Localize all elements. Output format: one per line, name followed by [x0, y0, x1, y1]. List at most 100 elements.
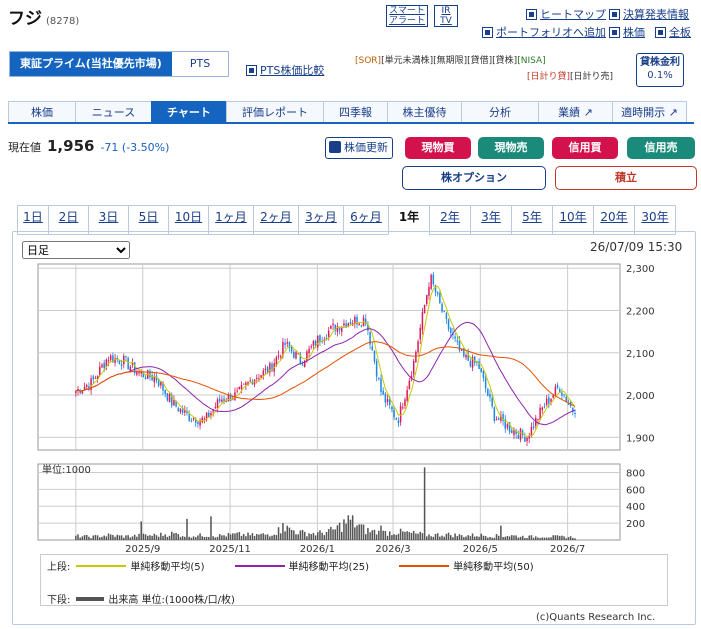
volume-bar [476, 536, 478, 540]
volume-bar [155, 535, 158, 540]
volume-bar [508, 536, 511, 540]
volume-bar [288, 527, 291, 540]
volume-bar [190, 537, 193, 540]
volume-bar [142, 533, 145, 540]
volume-bar [489, 536, 491, 540]
stock-chart: 1,900 2,000 2,100 2,200 2,300 200 400 600 800 単位:… [37, 263, 655, 555]
volume-bar [75, 535, 77, 540]
price-tick-label: 1,900 [626, 433, 655, 444]
volume-bar [229, 534, 232, 540]
volume-bar [79, 537, 81, 540]
candle-body [360, 325, 363, 327]
volume-bar [521, 535, 524, 540]
volume-bar [545, 537, 548, 540]
volume-bar [552, 535, 554, 540]
volume-bar [194, 537, 197, 540]
candle-body [201, 417, 204, 423]
candle-body [434, 285, 437, 293]
candle-body [258, 378, 260, 380]
volume-bar [271, 535, 273, 540]
candle-body [125, 356, 127, 358]
volume-bar [443, 536, 445, 540]
volume-bar [197, 535, 199, 540]
candle-body [421, 312, 424, 330]
candle-body [129, 366, 132, 371]
volume-bar [255, 534, 258, 540]
volume-bar [334, 529, 336, 540]
volume-bar [452, 537, 454, 540]
candle-body [513, 430, 515, 436]
volume-bar [260, 533, 262, 540]
volume-bar [157, 536, 160, 540]
copyright: (c)Quants Research Inc. [536, 612, 656, 623]
candle-body [179, 408, 182, 412]
legend-ma25: 単純移動平均(25) [288, 562, 370, 573]
volume-bar [506, 536, 509, 540]
volume-bar [212, 536, 214, 540]
candle-body [325, 337, 328, 339]
candle-body [561, 392, 563, 396]
volume-bar [367, 528, 369, 540]
volume-bar [480, 533, 483, 540]
volume-bar [208, 536, 210, 540]
candle-body [556, 384, 559, 388]
candle-body [188, 414, 190, 421]
candle-body [484, 378, 487, 389]
legend-volume: 出来高 単位:(1000株/口/枚) [108, 595, 235, 606]
candle-body [173, 400, 175, 406]
volume-bar [565, 538, 568, 540]
volume-bar [266, 534, 269, 540]
volume-bar [408, 532, 411, 540]
volume-bar [127, 535, 129, 540]
candle-body [408, 380, 411, 390]
candle-body [412, 361, 415, 375]
volume-bar [382, 530, 384, 540]
volume-bar [384, 530, 387, 540]
candle-body [491, 397, 493, 407]
volume-bar [201, 536, 204, 540]
volume-bar [321, 532, 323, 540]
volume-bar [227, 532, 230, 540]
volume-bar [253, 535, 256, 540]
volume-bar [393, 534, 395, 540]
legend-ma5: 単純移動平均(5) [130, 562, 205, 573]
volume-bar [151, 535, 153, 540]
volume-bar [415, 533, 417, 540]
volume-bar [92, 535, 95, 540]
volume-bar [426, 536, 428, 540]
candle-body [279, 356, 282, 358]
candle-body [415, 351, 417, 363]
candle-body [548, 397, 550, 404]
volume-bar [162, 535, 164, 540]
volume-bar [131, 536, 134, 540]
candle-body [537, 418, 539, 420]
candle-body [402, 407, 404, 409]
volume-bar [242, 533, 245, 540]
volume-bar [181, 536, 184, 540]
candle-body [574, 412, 576, 414]
candle-body [395, 418, 398, 420]
volume-bar [109, 534, 112, 540]
volume-bar [447, 532, 450, 540]
candle-body [136, 372, 138, 375]
volume-bar [116, 534, 119, 540]
volume-bar [473, 536, 476, 540]
volume-bar [247, 532, 249, 540]
candle-body [495, 419, 498, 421]
chart-legend: 上段: 単純移動平均(5) 単純移動平均(25) 単純移動平均(50) 下段: … [40, 554, 668, 606]
candle-body [517, 435, 520, 439]
candle-body [284, 342, 286, 345]
candle-body [436, 292, 439, 294]
candle-body [432, 274, 435, 285]
volume-bar [192, 536, 195, 540]
candle-body [101, 364, 103, 368]
volume-bar [234, 533, 236, 540]
candle-body [386, 399, 389, 403]
candle-body [264, 368, 267, 371]
volume-bar [548, 537, 550, 540]
volume-bar [133, 534, 136, 540]
volume-bar [85, 534, 88, 540]
candle-body [532, 426, 535, 428]
volume-bar [186, 518, 188, 540]
candle-body [75, 390, 77, 394]
